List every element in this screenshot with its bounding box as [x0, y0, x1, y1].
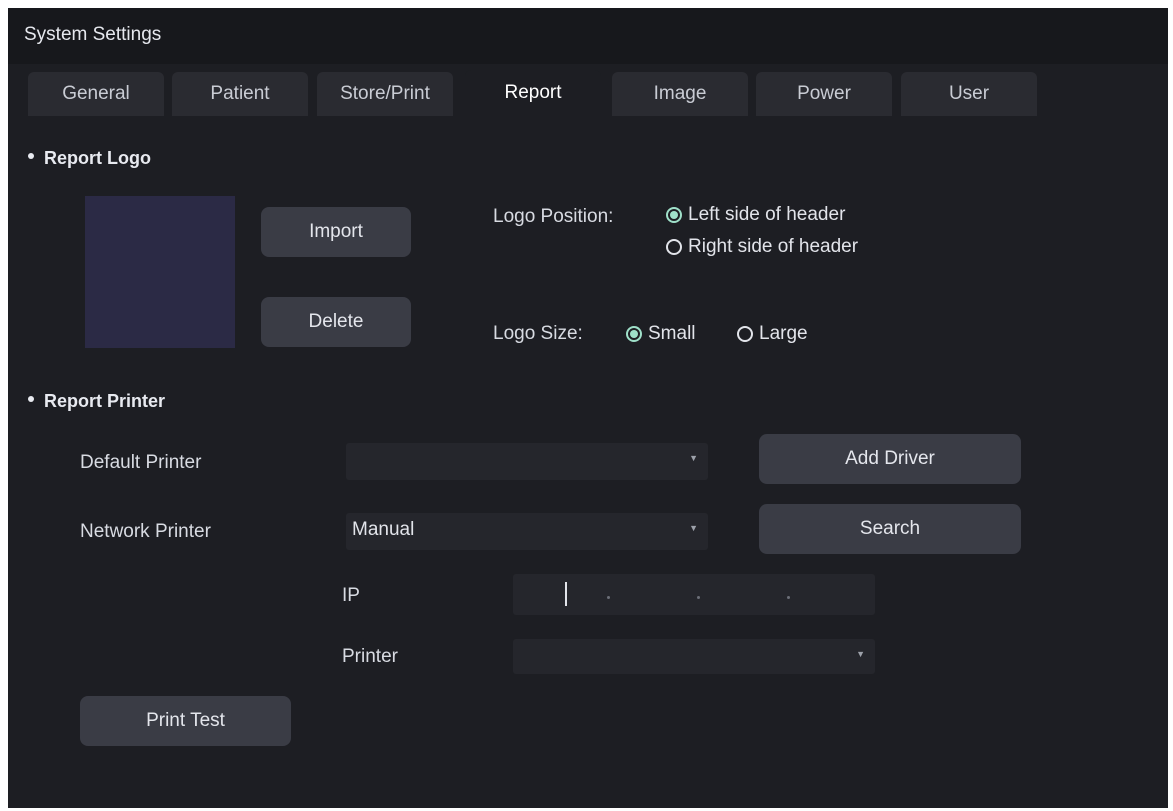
tab-image[interactable]: Image [612, 72, 748, 116]
logo-size-label: Logo Size: [493, 323, 583, 344]
report-printer-heading: Report Printer [28, 391, 165, 412]
tab-patient[interactable]: Patient [172, 72, 308, 116]
dropdown-arrow-icon: ▼ [689, 453, 698, 463]
radio-unchecked-icon [737, 326, 753, 342]
add-driver-button[interactable]: Add Driver [759, 434, 1021, 484]
logo-size-large-label: Large [759, 323, 808, 344]
network-printer-label: Network Printer [80, 521, 211, 542]
logo-position-right-label: Right side of header [688, 236, 859, 257]
report-printer-heading-text: Report Printer [44, 391, 166, 411]
dropdown-arrow-icon: ▼ [689, 523, 698, 533]
system-settings-window: System Settings General Patient Store/Pr… [8, 8, 1168, 808]
ip-label: IP [342, 585, 360, 606]
logo-position-left-option[interactable]: Left side of header [666, 204, 845, 226]
radio-checked-icon [666, 207, 682, 223]
printer-select[interactable]: ▼ [513, 639, 875, 674]
default-printer-select[interactable]: ▼ [346, 443, 708, 480]
logo-position-right-option[interactable]: Right side of header [666, 236, 858, 258]
bullet-icon [28, 153, 34, 160]
logo-size-small-option[interactable]: Small [626, 323, 696, 345]
bullet-icon [28, 396, 34, 403]
ip-address-input[interactable] [513, 574, 875, 615]
tab-user[interactable]: User [901, 72, 1037, 116]
radio-checked-icon [626, 326, 642, 342]
tab-general[interactable]: General [28, 72, 164, 116]
logo-size-large-option[interactable]: Large [737, 323, 808, 345]
ip-separator-dot [697, 596, 700, 599]
network-printer-value: Manual [352, 519, 415, 540]
network-printer-select[interactable]: Manual ▼ [346, 513, 708, 550]
tab-power[interactable]: Power [756, 72, 892, 116]
tab-report[interactable]: Report [465, 70, 601, 116]
printer-label: Printer [342, 646, 398, 667]
logo-size-small-label: Small [648, 323, 696, 344]
dropdown-arrow-icon: ▼ [856, 649, 865, 659]
report-logo-heading-text: Report Logo [44, 148, 151, 168]
radio-unchecked-icon [666, 239, 682, 255]
search-button[interactable]: Search [759, 504, 1021, 554]
text-caret [565, 582, 567, 606]
delete-button[interactable]: Delete [261, 297, 411, 347]
ip-separator-dot [787, 596, 790, 599]
ip-separator-dot [607, 596, 610, 599]
logo-position-left-label: Left side of header [688, 204, 846, 225]
logo-position-label: Logo Position: [493, 206, 614, 227]
title-bar: System Settings [8, 8, 1168, 64]
logo-preview [85, 196, 235, 348]
window-title: System Settings [24, 24, 162, 45]
print-test-button[interactable]: Print Test [80, 696, 291, 746]
tab-store-print[interactable]: Store/Print [317, 72, 453, 116]
import-button[interactable]: Import [261, 207, 411, 257]
default-printer-label: Default Printer [80, 452, 202, 473]
report-logo-heading: Report Logo [28, 148, 151, 169]
